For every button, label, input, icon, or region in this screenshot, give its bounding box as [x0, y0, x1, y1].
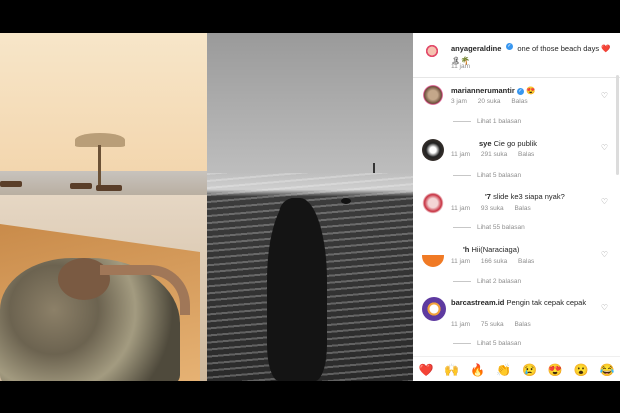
view-replies-button[interactable]: Lihat 55 balasan: [453, 224, 525, 231]
comment-username[interactable]: 'h: [463, 245, 469, 254]
reply-button[interactable]: Balas: [511, 98, 527, 105]
verified-icon: ✓: [505, 43, 513, 51]
person-silhouette: [267, 198, 327, 381]
swimmer: [341, 198, 351, 204]
like-heart-icon[interactable]: ♡: [601, 250, 608, 259]
post-photo-left[interactable]: [0, 33, 207, 381]
comment-time: 11 jam: [451, 151, 471, 158]
comment-username[interactable]: mariannerumantir: [451, 86, 515, 95]
verified-icon: ✓: [516, 87, 524, 95]
heart-eyes-emoji-button[interactable]: 😍: [548, 363, 563, 377]
like-heart-icon[interactable]: ♡: [601, 197, 608, 206]
raised-hands-emoji-button[interactable]: 🙌: [444, 363, 459, 377]
post-caption: anyageraldine ✓ one of those beach days …: [413, 33, 620, 78]
comment-line: 'h Hii(Naraciaga): [463, 245, 519, 254]
comment-username[interactable]: barcastream.id: [451, 298, 504, 307]
comment-line: barcastream.id Pengin tak cepak cepak: [451, 298, 586, 307]
comments-panel: anyageraldine ✓ one of those beach days …: [413, 33, 620, 381]
like-heart-icon[interactable]: ♡: [601, 91, 608, 100]
view-replies-button[interactable]: Lihat 5 balasan: [453, 340, 521, 347]
comment-likes[interactable]: 75 suka: [481, 321, 504, 328]
comment-avatar[interactable]: [422, 245, 444, 267]
comment-text: slide ke3 siapa nyak?: [493, 192, 565, 201]
beach-chair: [0, 181, 22, 187]
comment-time: 11 jam: [451, 258, 471, 265]
comment-likes[interactable]: 20 suka: [478, 98, 501, 105]
like-heart-icon[interactable]: ♡: [601, 143, 608, 152]
laughing-emoji-button[interactable]: 😂: [600, 363, 615, 377]
comment-line: mariannerumantir ✓ 😍: [451, 86, 535, 95]
comment-meta: 11 jam 75 suka Balas: [451, 321, 540, 328]
comment-text: Pengin tak cepak cepak: [506, 298, 587, 307]
comment-avatar[interactable]: [422, 297, 446, 321]
comment-meta: 11 jam 166 suka Balas: [451, 258, 543, 265]
scrollbar[interactable]: [616, 75, 619, 175]
comment-meta: 11 jam 291 suka Balas: [451, 151, 543, 158]
post-viewer: anyageraldine ✓ one of those beach days …: [0, 33, 620, 381]
comment-time: 11 jam: [451, 321, 471, 328]
view-replies-button[interactable]: Lihat 2 balasan: [453, 278, 521, 285]
caption-line: anyageraldine ✓ one of those beach days …: [451, 42, 616, 66]
surprised-emoji-button[interactable]: 😮: [574, 363, 589, 377]
reply-button[interactable]: Balas: [514, 205, 530, 212]
reply-button[interactable]: Balas: [514, 321, 530, 328]
comment-meta: 11 jam 93 suka Balas: [451, 205, 540, 212]
crying-emoji-button[interactable]: 😢: [522, 363, 537, 377]
comment-avatar[interactable]: [422, 84, 444, 106]
quick-reaction-bar: ❤️ 🙌 🔥 👏 😢 😍 😮 😂: [413, 356, 620, 381]
comment-meta: 3 jam 20 suka Balas: [451, 98, 537, 105]
view-replies-button[interactable]: Lihat 1 balasan: [453, 118, 521, 125]
post-time: 11 jam: [451, 63, 471, 70]
post-photo-right[interactable]: [207, 33, 413, 381]
comment-time: 3 jam: [451, 98, 467, 105]
beach-chair: [96, 185, 122, 191]
view-replies-button[interactable]: Lihat 5 balasan: [453, 172, 521, 179]
comment-text: Cie go publik: [493, 139, 537, 148]
comment-username[interactable]: sye: [479, 139, 492, 148]
buoy: [373, 163, 375, 173]
reply-button[interactable]: Balas: [518, 258, 534, 265]
comment-likes[interactable]: 166 suka: [481, 258, 507, 265]
comment-text: Hii(Naraciaga): [471, 245, 520, 254]
like-heart-icon[interactable]: ♡: [601, 303, 608, 312]
comment-line: '7 slide ke3 siapa nyak?: [485, 192, 565, 201]
sea: [0, 171, 207, 197]
comment-username[interactable]: '7: [485, 192, 491, 201]
author-avatar[interactable]: [422, 41, 442, 61]
fire-emoji-button[interactable]: 🔥: [470, 363, 485, 377]
clap-emoji-button[interactable]: 👏: [496, 363, 511, 377]
comment-avatar[interactable]: [422, 139, 444, 161]
umbrella-pole: [98, 145, 101, 190]
author-username[interactable]: anyageraldine: [451, 44, 501, 53]
comment-line: sye Cie go publik: [479, 139, 537, 148]
beach-chair: [70, 183, 92, 189]
reply-button[interactable]: Balas: [518, 151, 534, 158]
comment-text: 😍: [525, 86, 536, 95]
comment-likes[interactable]: 291 suka: [481, 151, 507, 158]
comment-time: 11 jam: [451, 205, 471, 212]
comment-likes[interactable]: 93 suka: [481, 205, 504, 212]
heart-emoji-button[interactable]: ❤️: [418, 363, 433, 377]
comment-avatar[interactable]: [422, 192, 444, 214]
